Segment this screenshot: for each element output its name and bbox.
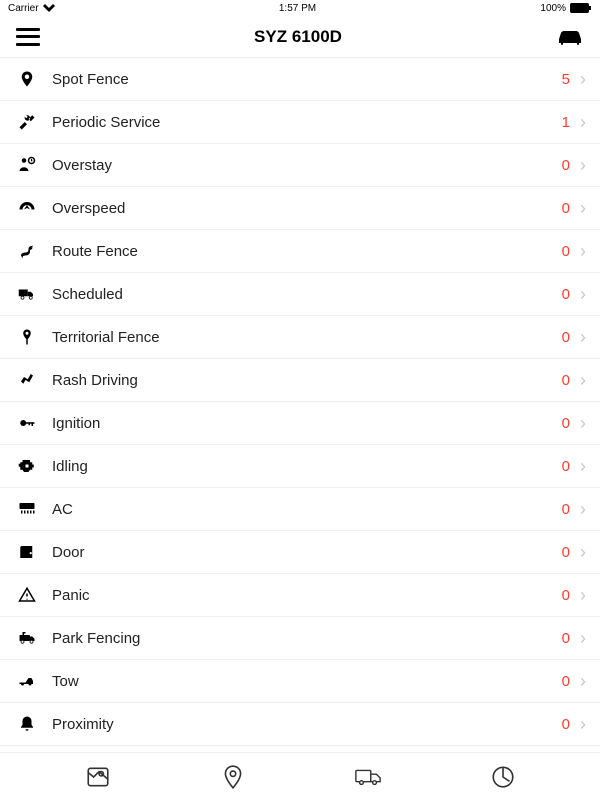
list-row-route-fence[interactable]: Route Fence0 › — [0, 230, 600, 273]
chevron-right-icon: › — [580, 413, 586, 434]
list-row-proximity[interactable]: Proximity0 › — [0, 703, 600, 746]
row-label: Ignition — [52, 415, 556, 432]
chevron-right-icon: › — [580, 542, 586, 563]
row-count: 5 — [556, 71, 570, 88]
row-count: 0 — [556, 630, 570, 647]
list-row-idling[interactable]: Idling0 › — [0, 445, 600, 488]
row-label: Route Fence — [52, 243, 556, 260]
row-label: Tow — [52, 673, 556, 690]
status-bar: Carrier 1:57 PM 100% — [0, 0, 600, 16]
chevron-right-icon: › — [580, 327, 586, 348]
row-label: Periodic Service — [52, 114, 556, 131]
ac-icon — [16, 498, 38, 520]
list-row-ac[interactable]: AC0 › — [0, 488, 600, 531]
chevron-right-icon: › — [580, 241, 586, 262]
tab-vehicles[interactable] — [354, 763, 382, 791]
carrier-label: Carrier — [8, 3, 39, 14]
tow-icon — [16, 670, 38, 692]
list-row-overspeed[interactable]: Overspeed0 › — [0, 187, 600, 230]
row-label: Overspeed — [52, 200, 556, 217]
list-row-overstay[interactable]: Overstay0 › — [0, 144, 600, 187]
chevron-right-icon: › — [580, 155, 586, 176]
chevron-right-icon: › — [580, 456, 586, 477]
list-row-rash-driving[interactable]: Rash Driving0 › — [0, 359, 600, 402]
row-count: 1 — [556, 114, 570, 131]
header: SYZ 6100D — [0, 16, 600, 58]
chevron-right-icon: › — [580, 585, 586, 606]
proximity-icon — [16, 713, 38, 735]
list-row-periodic-service[interactable]: Periodic Service1 › — [0, 101, 600, 144]
row-label: Spot Fence — [52, 71, 556, 88]
territorial-fence-icon — [16, 326, 38, 348]
overstay-icon — [16, 154, 38, 176]
list-row-door[interactable]: Door0 › — [0, 531, 600, 574]
page-title: SYZ 6100D — [254, 27, 342, 47]
row-count: 0 — [556, 286, 570, 303]
list-row-tow[interactable]: Tow0 › — [0, 660, 600, 703]
list-row-territorial-fence[interactable]: Territorial Fence0 › — [0, 316, 600, 359]
row-label: Rash Driving — [52, 372, 556, 389]
tab-location[interactable] — [219, 763, 247, 791]
row-label: Overstay — [52, 157, 556, 174]
ignition-icon — [16, 412, 38, 434]
park-fencing-icon — [16, 627, 38, 649]
row-count: 0 — [556, 200, 570, 217]
tab-map[interactable] — [84, 763, 112, 791]
row-label: Door — [52, 544, 556, 561]
row-label: Idling — [52, 458, 556, 475]
list-row-ignition[interactable]: Ignition0 › — [0, 402, 600, 445]
door-icon — [16, 541, 38, 563]
row-label: Park Fencing — [52, 630, 556, 647]
chevron-right-icon: › — [580, 628, 586, 649]
row-count: 0 — [556, 501, 570, 518]
rash-driving-icon — [16, 369, 38, 391]
chevron-right-icon: › — [580, 198, 586, 219]
list-row-scheduled[interactable]: Scheduled0 › — [0, 273, 600, 316]
chevron-right-icon: › — [580, 499, 586, 520]
menu-button[interactable] — [16, 28, 40, 46]
scheduled-icon — [16, 283, 38, 305]
overspeed-icon — [16, 197, 38, 219]
tab-reports[interactable] — [489, 763, 517, 791]
clock-label: 1:57 PM — [279, 3, 316, 14]
row-count: 0 — [556, 587, 570, 604]
row-label: Panic — [52, 587, 556, 604]
chevron-right-icon: › — [580, 284, 586, 305]
list-row-park-fencing[interactable]: Park Fencing0 › — [0, 617, 600, 660]
row-label: AC — [52, 501, 556, 518]
chevron-right-icon: › — [580, 714, 586, 735]
periodic-service-icon — [16, 111, 38, 133]
row-count: 0 — [556, 157, 570, 174]
row-count: 0 — [556, 458, 570, 475]
row-count: 0 — [556, 544, 570, 561]
row-count: 0 — [556, 329, 570, 346]
row-label: Proximity — [52, 716, 556, 733]
row-label: Territorial Fence — [52, 329, 556, 346]
chevron-right-icon: › — [580, 671, 586, 692]
battery-label: 100% — [540, 3, 566, 14]
row-count: 0 — [556, 243, 570, 260]
list-row-panic[interactable]: Panic0 › — [0, 574, 600, 617]
spot-fence-icon — [16, 68, 38, 90]
route-fence-icon — [16, 240, 38, 262]
chevron-right-icon: › — [580, 112, 586, 133]
vehicle-icon[interactable] — [556, 28, 584, 46]
list-row-spot-fence[interactable]: Spot Fence5 › — [0, 58, 600, 101]
chevron-right-icon: › — [580, 69, 586, 90]
idling-icon — [16, 455, 38, 477]
row-count: 0 — [556, 716, 570, 733]
row-label: Scheduled — [52, 286, 556, 303]
row-count: 0 — [556, 372, 570, 389]
row-count: 0 — [556, 415, 570, 432]
row-count: 0 — [556, 673, 570, 690]
chevron-right-icon: › — [580, 370, 586, 391]
alert-list[interactable]: Spot Fence5›Periodic Service1›Overstay0›… — [0, 58, 600, 752]
tab-bar — [0, 752, 600, 800]
panic-icon — [16, 584, 38, 606]
